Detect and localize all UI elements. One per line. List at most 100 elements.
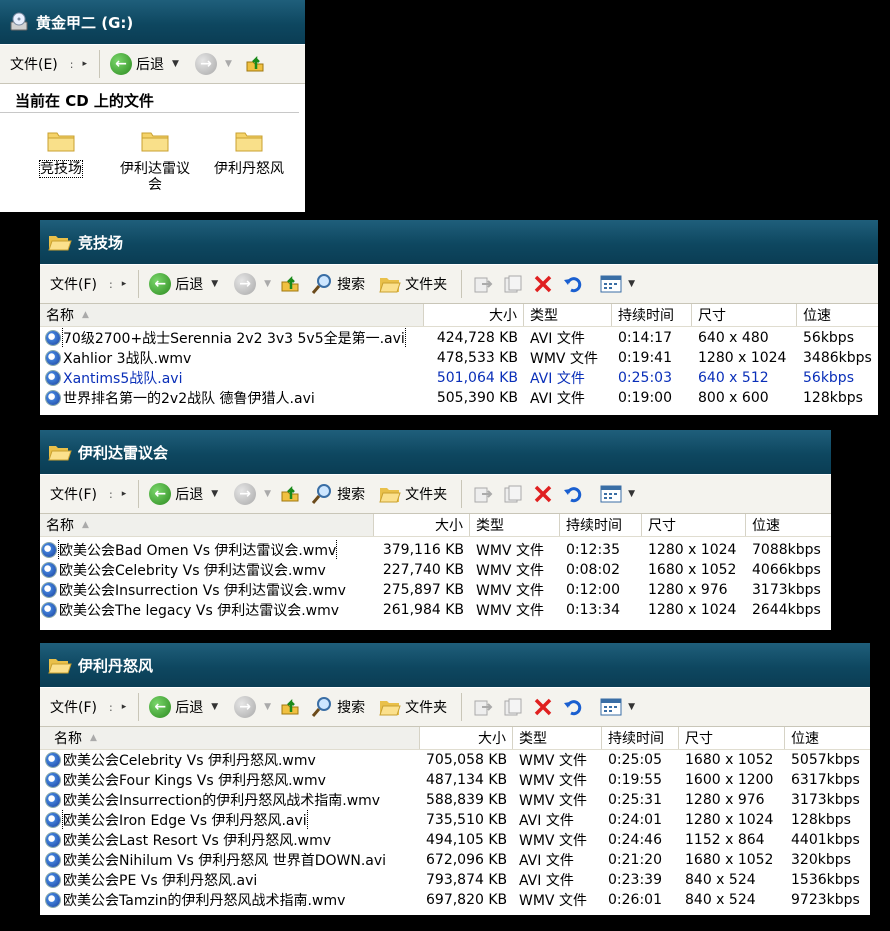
open-folder-icon [48,442,72,462]
column-header-dimensions[interactable]: 尺寸 [679,727,785,749]
file-row[interactable]: 70级2700+战士Serennia 2v2 3v3 5v5全是第一.avi 4… [40,328,878,348]
chevron-right-icon[interactable]: ▸ [122,489,127,499]
back-button[interactable]: ← 后退 ▼ [106,53,183,75]
folders-button[interactable]: 文件夹 [375,484,451,504]
file-row[interactable]: 欧美公会Iron Edge Vs 伊利丹怒风.avi 735,510 KB AV… [40,810,870,830]
back-button[interactable]: ← 后退 ▼ [145,273,222,295]
forward-button[interactable]: → ▼ [230,696,275,718]
file-row[interactable]: 欧美公会Insurrection Vs 伊利达雷议会.wmv 275,897 K… [40,580,831,600]
file-menu[interactable]: 文件(F) [40,484,105,504]
chevron-right-icon[interactable]: ▸ [122,702,127,712]
column-header-bitrate[interactable]: 位速 [746,514,831,536]
column-header-bitrate[interactable]: 位速 [797,304,878,326]
column-header-type[interactable]: 类型 [524,304,612,326]
back-button[interactable]: ← 后退 ▼ [145,483,222,505]
file-row[interactable]: Xantims5战队.avi 501,064 KB AVI 文件 0:25:03… [40,368,878,388]
arena-titlebar[interactable]: 竞技场 [40,220,878,264]
folders-button[interactable]: 文件夹 [375,274,451,294]
file-row[interactable]: 欧美公会Celebrity Vs 伊利丹怒风.wmv 705,058 KB WM… [40,750,870,770]
illidari-titlebar[interactable]: 伊利达雷议会 [40,430,831,474]
delete-button[interactable] [528,696,558,718]
file-menu[interactable]: 文件(F) [40,697,105,717]
move-to-button[interactable] [468,273,498,295]
file-menu[interactable]: 文件(E) [0,54,66,74]
column-header-type[interactable]: 类型 [470,514,560,536]
folder-illidari-council[interactable]: 伊利达雷议 会 [110,127,200,193]
file-menu[interactable]: 文件(F) [40,274,105,294]
column-header-bitrate[interactable]: 位速 [785,727,870,749]
file-row[interactable]: 欧美公会Last Resort Vs 伊利丹怒风.wmv 494,105 KB … [40,830,870,850]
forward-button[interactable]: → ▼ [191,53,236,75]
views-button[interactable]: ▼ [596,274,639,294]
copy-to-button[interactable] [498,483,528,505]
column-header-dimensions[interactable]: 尺寸 [642,514,746,536]
folder-illidan-stormrage[interactable]: 伊利丹怒风 [204,127,294,177]
forward-button[interactable]: → ▼ [230,483,275,505]
forward-button[interactable]: → ▼ [230,273,275,295]
back-button[interactable]: ← 后退 ▼ [145,696,222,718]
chevron-down-icon[interactable]: ▼ [211,279,218,289]
up-folder-button[interactable] [275,273,305,295]
column-header-size[interactable]: 大小 [374,514,470,536]
file-size: 494,105 KB [426,832,508,848]
move-to-button[interactable] [468,483,498,505]
up-folder-button[interactable] [275,696,305,718]
undo-button[interactable] [558,273,588,295]
file-row[interactable]: 欧美公会PE Vs 伊利丹怒风.avi 793,874 KB AVI 文件 0:… [40,870,870,890]
file-row[interactable]: 欧美公会Four Kings Vs 伊利丹怒风.wmv 487,134 KB W… [40,770,870,790]
views-button[interactable]: ▼ [596,697,639,717]
chevron-down-icon[interactable]: ▼ [628,489,635,499]
file-row[interactable]: 世界排名第一的2v2战队 德鲁伊猎人.avi 505,390 KB AVI 文件… [40,388,878,408]
copy-to-button[interactable] [498,273,528,295]
column-header-duration[interactable]: 持续时间 [612,304,692,326]
file-row[interactable]: 欧美公会Celebrity Vs 伊利达雷议会.wmv 227,740 KB W… [40,560,831,580]
column-header-size[interactable]: 大小 [424,304,524,326]
undo-button[interactable] [558,696,588,718]
chevron-right-icon[interactable]: ▸ [122,279,127,289]
search-button[interactable]: 搜索 [307,483,369,505]
toolbar-grip[interactable]: : [105,278,116,291]
search-button[interactable]: 搜索 [307,696,369,718]
column-header-duration[interactable]: 持续时间 [602,727,679,749]
column-header-dimensions[interactable]: 尺寸 [692,304,797,326]
file-row[interactable]: 欧美公会Tamzin的伊利丹怒风战术指南.wmv 697,820 KB WMV … [40,890,870,910]
undo-button[interactable] [558,483,588,505]
file-row[interactable]: 欧美公会The legacy Vs 伊利达雷议会.wmv 261,984 KB … [40,600,831,620]
chevron-down-icon[interactable]: ▼ [628,279,635,289]
file-dimensions: 1280 x 1024 [648,602,737,618]
chevron-down-icon[interactable]: ▼ [264,489,271,499]
chevron-down-icon[interactable]: ▼ [264,279,271,289]
chevron-down-icon[interactable]: ▼ [225,59,232,69]
chevron-down-icon[interactable]: ▼ [211,489,218,499]
column-header-duration[interactable]: 持续时间 [560,514,642,536]
cd-window-titlebar[interactable]: 黄金甲二 (G:) [0,0,305,44]
toolbar-grip[interactable]: : [105,701,116,714]
chevron-down-icon[interactable]: ▼ [211,702,218,712]
file-row[interactable]: 欧美公会Bad Omen Vs 伊利达雷议会.wmv 379,116 KB WM… [40,540,831,560]
chevron-down-icon[interactable]: ▼ [264,702,271,712]
delete-button[interactable] [528,273,558,295]
file-row[interactable]: 欧美公会Insurrection的伊利丹怒风战术指南.wmv 588,839 K… [40,790,870,810]
move-to-button[interactable] [468,696,498,718]
chevron-down-icon[interactable]: ▼ [172,59,179,69]
column-header-name[interactable]: 名称 ▲ [40,304,424,326]
column-header-type[interactable]: 类型 [513,727,602,749]
file-row[interactable]: Xahlior 3战队.wmv 478,533 KB WMV 文件 0:19:4… [40,348,878,368]
column-header-name[interactable]: 名称 ▲ [40,514,374,536]
chevron-down-icon[interactable]: ▼ [628,702,635,712]
toolbar-grip[interactable]: : [66,58,77,71]
chevron-right-icon[interactable]: ▸ [83,59,88,69]
views-button[interactable]: ▼ [596,484,639,504]
file-row[interactable]: 欧美公会Nihilum Vs 伊利丹怒风 世界首DOWN.avi 672,096… [40,850,870,870]
folder-arena[interactable]: 竞技场 [16,127,106,178]
toolbar-grip[interactable]: : [105,488,116,501]
search-button[interactable]: 搜索 [307,273,369,295]
folders-button[interactable]: 文件夹 [375,697,451,717]
up-folder-button[interactable] [275,483,305,505]
up-folder-button[interactable] [240,53,270,75]
delete-button[interactable] [528,483,558,505]
illidan-titlebar[interactable]: 伊利丹怒风 [40,643,870,687]
copy-to-button[interactable] [498,696,528,718]
column-header-name[interactable]: 名称 ▲ [40,727,420,749]
column-header-size[interactable]: 大小 [420,727,513,749]
